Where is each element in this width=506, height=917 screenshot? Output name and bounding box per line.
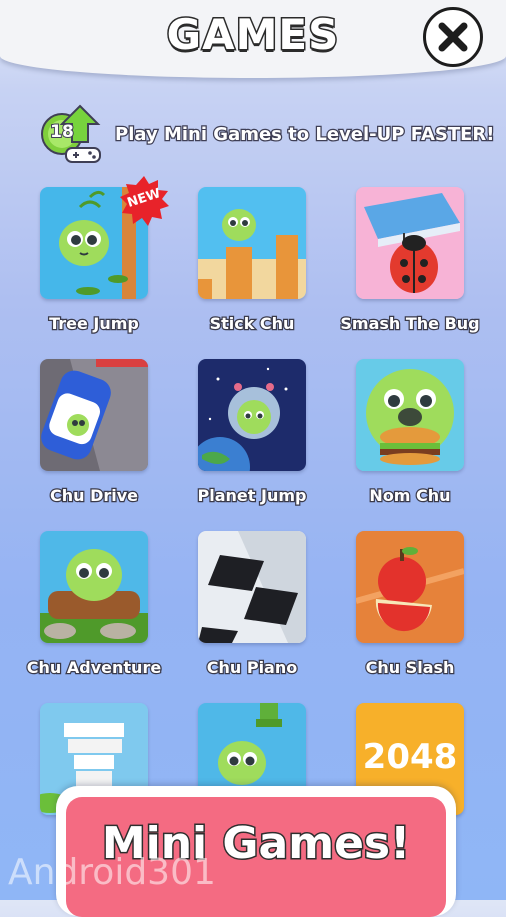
game-tile-nom-chu[interactable] [356,359,464,471]
game-label-tree-jump: Tree Jump [48,313,140,335]
game-label-chu-drive: Chu Drive [49,485,140,507]
chu-adventure-thumbnail [40,531,148,643]
game-tile-planet-jump[interactable] [198,359,306,471]
watermark-text: Android301 [8,852,216,893]
2048-tile-text: 2048 [362,737,458,777]
game-label-chu-piano: Chu Piano [206,657,299,679]
game-tile-chu-adventure[interactable] [40,531,148,643]
game-tile-chu-slash[interactable] [356,531,464,643]
nom-chu-thumbnail [356,359,464,471]
game-label-stick-chu: Stick Chu [208,313,295,335]
chu-drive-thumbnail [40,359,148,471]
planet-jump-thumbnail [198,359,306,471]
game-tile-stick-chu[interactable] [198,187,306,299]
chu-piano-thumbnail [198,531,306,643]
smash-the-bug-thumbnail [356,187,464,299]
game-label-chu-slash: Chu Slash [364,657,455,679]
game-tile-smash-the-bug[interactable] [356,187,464,299]
game-label-chu-adventure: Chu Adventure [26,657,163,679]
game-tile-chu-drive[interactable] [40,359,148,471]
game-label-smash-the-bug: Smash The Bug [339,313,481,335]
game-tile-chu-piano[interactable] [198,531,306,643]
close-icon [438,22,468,52]
banner-text: Play Mini Games to Level-UP FASTER! [114,123,496,147]
chu-slash-thumbnail [356,531,464,643]
stick-chu-thumbnail [198,187,306,299]
game-label-planet-jump: Planet Jump [196,485,307,507]
game-label-nom-chu: Nom Chu [368,485,452,507]
close-button[interactable] [423,7,483,67]
level-number: 18 [49,121,75,143]
